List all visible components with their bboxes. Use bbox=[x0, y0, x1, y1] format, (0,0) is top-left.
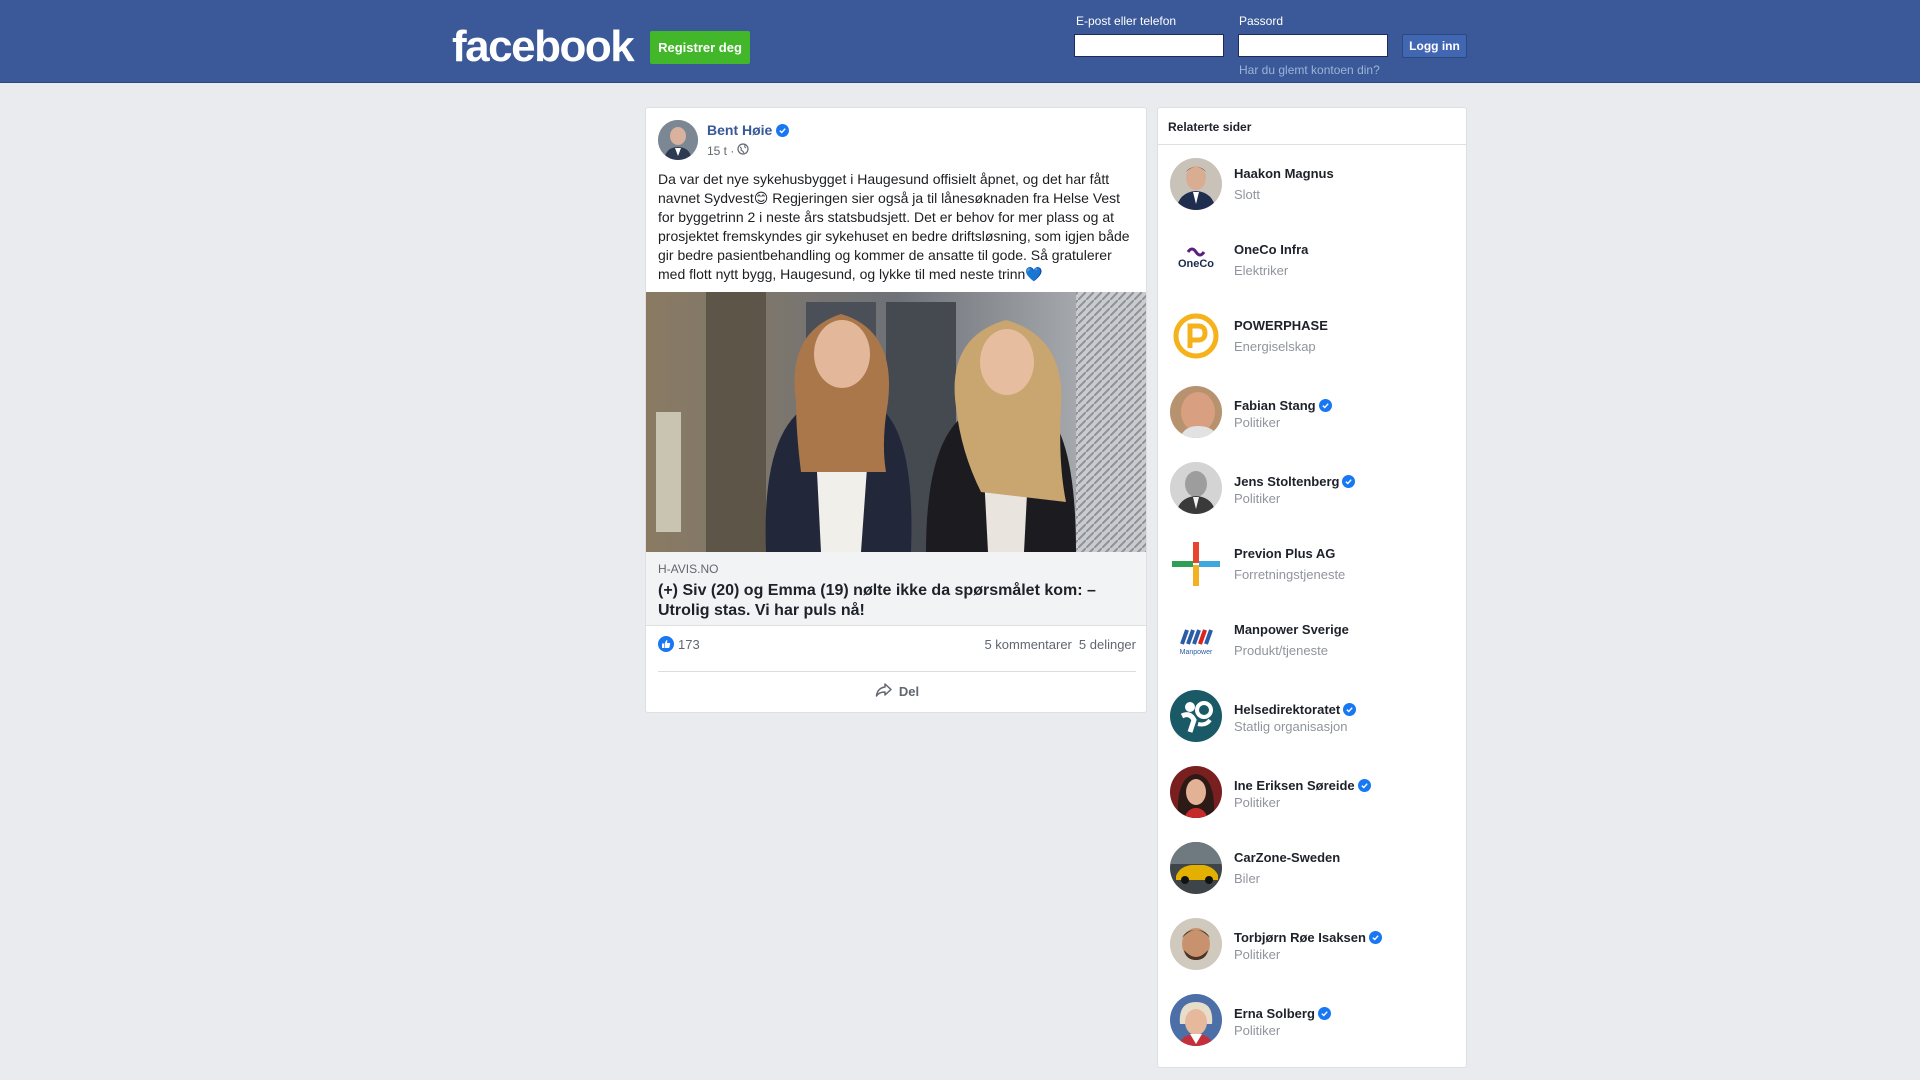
email-field[interactable] bbox=[1074, 34, 1224, 57]
related-category: Biler bbox=[1234, 871, 1261, 886]
related-category: Politiker bbox=[1234, 491, 1281, 506]
related-category: Politiker bbox=[1234, 415, 1281, 430]
related-category: Elektriker bbox=[1234, 263, 1289, 278]
author-avatar[interactable] bbox=[658, 120, 698, 160]
post-meta: 15 t · bbox=[707, 143, 749, 158]
verified-icon bbox=[1317, 1007, 1331, 1020]
post-text: Da var det nye sykehusbygget i Haugesund… bbox=[658, 171, 1130, 282]
manpower-logo-text: Manpower bbox=[1180, 649, 1213, 656]
verified-icon bbox=[1368, 931, 1382, 944]
related-category: Politiker bbox=[1234, 947, 1281, 962]
related-avatar[interactable]: Manpower bbox=[1170, 614, 1222, 666]
related-pages-panel: Relaterte sider Haakon Magnus Slott OneC… bbox=[1157, 107, 1467, 1068]
related-item[interactable]: Erna Solberg Politiker bbox=[1170, 992, 1460, 1048]
related-category: Energiselskap bbox=[1234, 339, 1316, 354]
top-bar: facebook Registrer deg E-post eller tele… bbox=[0, 0, 1920, 83]
share-icon bbox=[875, 682, 893, 701]
related-name-text[interactable]: Torbjørn Røe Isaksen bbox=[1234, 930, 1366, 945]
related-name-text[interactable]: Jens Stoltenberg bbox=[1234, 474, 1339, 489]
facebook-logo[interactable]: facebook bbox=[452, 22, 635, 72]
post-time[interactable]: 15 t · bbox=[707, 144, 734, 158]
share-label: Del bbox=[898, 683, 920, 699]
link-domain: H-AVIS.NO bbox=[658, 562, 719, 576]
related-avatar[interactable] bbox=[1170, 538, 1222, 590]
post-author-name[interactable]: Bent Høie bbox=[707, 122, 772, 138]
login-button[interactable]: Logg inn bbox=[1402, 34, 1467, 58]
post-stats: 173 5 kommentarer 5 delinger bbox=[658, 633, 1136, 655]
related-avatar[interactable] bbox=[1170, 766, 1222, 818]
verified-icon bbox=[776, 123, 790, 137]
verified-icon bbox=[1342, 475, 1356, 488]
verified-icon bbox=[1343, 703, 1357, 716]
register-button[interactable]: Registrer deg bbox=[650, 31, 750, 64]
email-label: E-post eller telefon bbox=[1076, 14, 1177, 28]
oneco-logo-text: OneCo bbox=[1178, 258, 1214, 270]
related-name-text[interactable]: Fabian Stang bbox=[1234, 398, 1316, 413]
like-count[interactable]: 173 bbox=[678, 637, 700, 652]
post-author[interactable]: Bent Høie bbox=[707, 122, 790, 138]
link-title[interactable]: (+) Siv (20) og Emma (19) nølte ikke da … bbox=[658, 581, 1134, 621]
related-avatar[interactable] bbox=[1170, 842, 1222, 894]
related-item[interactable]: Haakon Magnus Slott bbox=[1170, 156, 1460, 212]
shares-count[interactable]: 5 delinger bbox=[1079, 637, 1136, 652]
related-name[interactable]: Ine Eriksen Søreide bbox=[1234, 778, 1371, 793]
related-name-text[interactable]: Helsedirektoratet bbox=[1234, 702, 1340, 717]
related-avatar[interactable] bbox=[1170, 386, 1222, 438]
related-item[interactable]: Helsedirektoratet Statlig organisasjon bbox=[1170, 688, 1460, 744]
related-category: Slott bbox=[1234, 187, 1261, 202]
related-avatar[interactable]: OneCo bbox=[1170, 234, 1222, 286]
related-item[interactable]: OneCo OneCo Infra Elektriker bbox=[1170, 232, 1460, 288]
password-field[interactable] bbox=[1238, 34, 1388, 57]
related-category: Forretningstjeneste bbox=[1234, 567, 1346, 582]
related-avatar[interactable] bbox=[1170, 690, 1222, 742]
related-name-text[interactable]: Ine Eriksen Søreide bbox=[1234, 778, 1355, 793]
related-item[interactable]: POWERPHASE Energiselskap bbox=[1170, 308, 1460, 364]
related-name[interactable]: Helsedirektoratet bbox=[1234, 702, 1357, 717]
related-avatar[interactable] bbox=[1170, 462, 1222, 514]
related-item[interactable]: Manpower Manpower Sverige Produkt/tjenes… bbox=[1170, 612, 1460, 668]
related-pages-title: Relaterte sider bbox=[1158, 108, 1466, 145]
related-name[interactable]: Torbjørn Røe Isaksen bbox=[1234, 930, 1382, 945]
related-item[interactable]: Jens Stoltenberg Politiker bbox=[1170, 460, 1460, 516]
post-card: Bent Høie 15 t · Da var det nye sykehusb… bbox=[645, 107, 1147, 713]
related-category: Politiker bbox=[1234, 1023, 1281, 1038]
related-avatar[interactable] bbox=[1170, 994, 1222, 1046]
related-name[interactable]: POWERPHASE bbox=[1234, 318, 1328, 333]
related-avatar[interactable] bbox=[1170, 310, 1222, 362]
post-divider bbox=[658, 671, 1136, 672]
related-name[interactable]: CarZone-Sweden bbox=[1234, 850, 1340, 865]
related-name-text[interactable]: Erna Solberg bbox=[1234, 1006, 1315, 1021]
link-preview[interactable]: H-AVIS.NO (+) Siv (20) og Emma (19) nølt… bbox=[646, 552, 1146, 626]
related-avatar[interactable] bbox=[1170, 158, 1222, 210]
related-name[interactable]: OneCo Infra bbox=[1234, 242, 1308, 257]
related-name[interactable]: Previon Plus AG bbox=[1234, 546, 1335, 561]
related-name[interactable]: Erna Solberg bbox=[1234, 1006, 1331, 1021]
comments-count[interactable]: 5 kommentarer bbox=[984, 637, 1071, 652]
related-item[interactable]: Ine Eriksen Søreide Politiker bbox=[1170, 764, 1460, 820]
verified-icon bbox=[1318, 399, 1332, 412]
related-name[interactable]: Haakon Magnus bbox=[1234, 166, 1334, 181]
globe-icon bbox=[737, 143, 749, 158]
related-name[interactable]: Jens Stoltenberg bbox=[1234, 474, 1356, 489]
related-name[interactable]: Manpower Sverige bbox=[1234, 622, 1349, 637]
share-button[interactable]: Del bbox=[658, 674, 1136, 708]
forgot-account-link[interactable]: Har du glemt kontoen din? bbox=[1239, 63, 1380, 77]
related-item[interactable]: Torbjørn Røe Isaksen Politiker bbox=[1170, 916, 1460, 972]
related-category: Statlig organisasjon bbox=[1234, 719, 1348, 734]
related-category: Politiker bbox=[1234, 795, 1281, 810]
like-reaction-icon[interactable] bbox=[658, 636, 674, 652]
post-link-image[interactable] bbox=[646, 292, 1146, 552]
related-avatar[interactable] bbox=[1170, 918, 1222, 970]
related-category: Produkt/tjeneste bbox=[1234, 643, 1328, 658]
related-name[interactable]: Fabian Stang bbox=[1234, 398, 1332, 413]
related-item[interactable]: CarZone-Sweden Biler bbox=[1170, 840, 1460, 896]
related-item[interactable]: Fabian Stang Politiker bbox=[1170, 384, 1460, 440]
related-item[interactable]: Previon Plus AG Forretningstjeneste bbox=[1170, 536, 1460, 592]
verified-icon bbox=[1357, 779, 1371, 792]
password-label: Passord bbox=[1239, 14, 1284, 28]
